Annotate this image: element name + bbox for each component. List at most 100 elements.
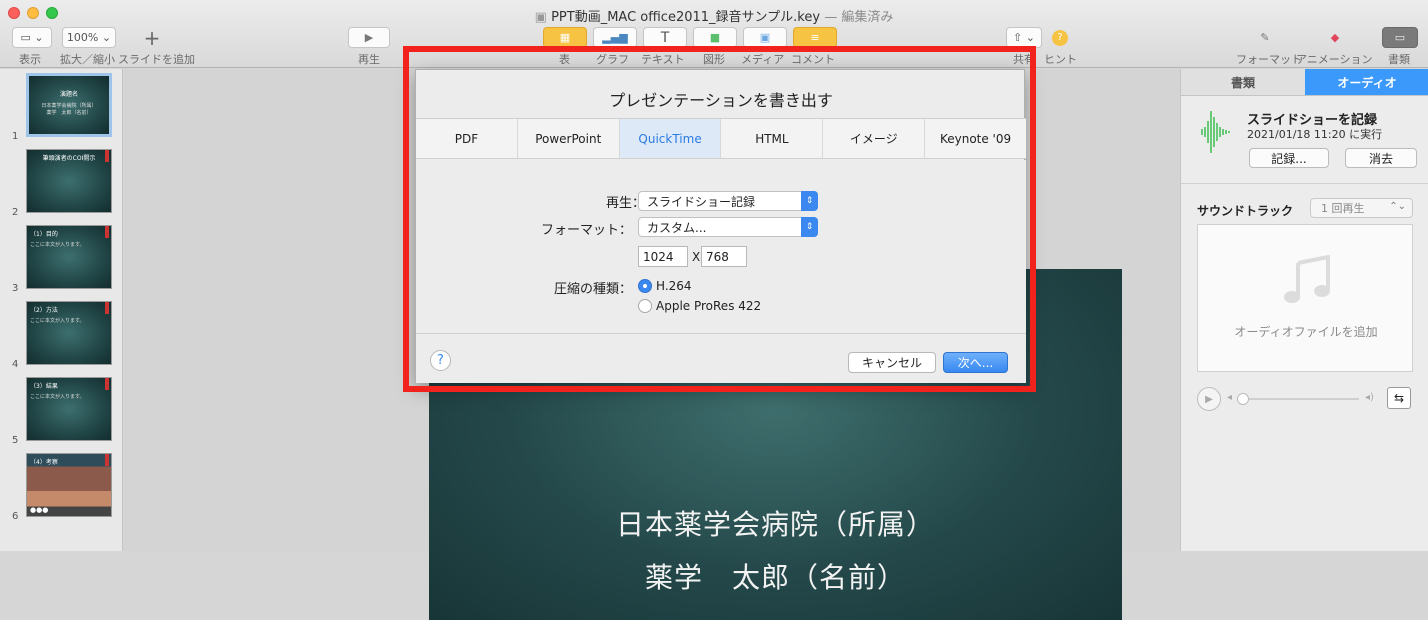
slide-affiliation[interactable]: 日本薬学会病院（所属）	[429, 503, 1122, 543]
tab-powerpoint[interactable]: PowerPoint	[518, 119, 620, 158]
playback-select[interactable]: スライドショー記録 ⇕	[638, 191, 818, 211]
slide-thumb-5[interactable]: （3）結果 ここに本文が入ります。 5	[0, 373, 123, 448]
zoom-select[interactable]: 100% ⌄	[62, 27, 116, 48]
slide-author[interactable]: 薬学 太郎（名前）	[429, 556, 1122, 596]
sidebar-view-icon: ▭ ⌄	[20, 31, 44, 44]
dimension-separator: X	[692, 250, 701, 264]
compression-label: 圧縮の種類：	[553, 282, 632, 297]
h264-label: H.264	[656, 279, 692, 293]
slide-accent-bar	[105, 302, 109, 314]
tab-keynote09[interactable]: Keynote '09	[925, 119, 1026, 158]
tab-pdf[interactable]: PDF	[416, 119, 518, 158]
export-format-tabs: PDF PowerPoint QuickTime HTML イメージ Keyno…	[416, 118, 1026, 159]
help-button[interactable]: ?	[430, 350, 451, 371]
slide-thumb-4[interactable]: （2）方法 ここに本文が入ります。 4	[0, 297, 123, 372]
chart-button[interactable]: ▂▄▆	[593, 27, 637, 48]
soundtrack-select[interactable]: 1 回再生 ⌃⌄	[1310, 198, 1413, 218]
format-select[interactable]: カスタム... ⇕	[638, 217, 818, 237]
tab-document[interactable]: 書類	[1181, 69, 1305, 96]
document-label: 書類	[1388, 53, 1410, 66]
shape-icon: ■	[709, 31, 721, 44]
keynote-window: ▣ PPT動画_MAC office2011_録音サンプル.key — 編集済み…	[0, 0, 1428, 620]
audio-drop-area[interactable]: オーディオファイルを追加	[1197, 224, 1413, 372]
tab-quicktime[interactable]: QuickTime	[619, 119, 722, 158]
volume-knob[interactable]	[1237, 393, 1249, 405]
soundtrack-label: サウンドトラック	[1197, 204, 1294, 218]
volume-high-icon: ◂)	[1365, 392, 1374, 403]
width-field[interactable]: 1024	[638, 246, 688, 267]
comment-button[interactable]: ≡	[793, 27, 837, 48]
slide-preview: （1）目的 ここに本文が入ります。	[26, 225, 112, 289]
slide-preview: （3）結果 ここに本文が入ります。	[26, 377, 112, 441]
play-button[interactable]: ▶	[348, 27, 390, 48]
document-button[interactable]: ▭	[1382, 27, 1418, 48]
chart-label: グラフ	[596, 53, 629, 66]
document-icon: ▣	[534, 10, 552, 25]
share-icon: ⇧ ⌄	[1013, 31, 1035, 44]
loop-button[interactable]: ⇆	[1387, 387, 1411, 409]
slide-thumb-6[interactable]: （4）考察 ●●● 6	[0, 449, 123, 524]
next-button[interactable]: 次へ...	[943, 352, 1008, 373]
slide-preview: 演題名 日本薬学会病院（所属） 薬学 太郎（名前）	[26, 73, 112, 137]
cancel-button[interactable]: キャンセル	[848, 352, 936, 373]
chevron-down-icon: ⌄	[101, 31, 112, 44]
inspector-panel: 書類 オーディオ スライドショーを記録 2021/01/18 11:20 に実行…	[1180, 69, 1428, 551]
h264-radio[interactable]	[638, 279, 652, 293]
view-label: 表示	[19, 53, 41, 66]
playback-label: 再生：	[606, 196, 646, 211]
chevron-updown-icon: ⇕	[801, 191, 818, 211]
media-button[interactable]: ▣	[743, 27, 787, 48]
slide-thumb-3[interactable]: （1）目的 ここに本文が入ります。 3	[0, 221, 123, 296]
slide-accent-bar	[105, 226, 109, 238]
tab-image[interactable]: イメージ	[823, 119, 926, 158]
add-slide-button[interactable]: +	[134, 25, 170, 50]
more-dots-icon: ●●●	[30, 506, 49, 514]
add-audio-text: オーディオファイルを追加	[1234, 325, 1378, 339]
view-button[interactable]: ▭ ⌄	[12, 27, 52, 48]
comment-icon: ≡	[810, 31, 820, 44]
shape-button[interactable]: ■	[693, 27, 737, 48]
height-field[interactable]: 768	[701, 246, 747, 267]
play-icon: ▶	[364, 31, 374, 44]
toolbar: ▣ PPT動画_MAC office2011_録音サンプル.key — 編集済み…	[0, 0, 1428, 68]
share-button[interactable]: ⇧ ⌄	[1006, 27, 1042, 48]
slide-thumb-2[interactable]: 筆頭演者のCOI開示 2	[0, 145, 123, 220]
media-label: メディア	[741, 53, 785, 66]
slide-accent-bar	[105, 378, 109, 390]
record-date: 2021/01/18 11:20 に実行	[1247, 128, 1383, 141]
slide-preview: 筆頭演者のCOI開示	[26, 149, 112, 213]
export-dialog: プレゼンテーションを書き出す PDF PowerPoint QuickTime …	[415, 69, 1026, 383]
animate-button[interactable]: ◆	[1312, 27, 1358, 48]
slide-preview: （4）考察 ●●●	[26, 453, 112, 517]
music-note-icon	[1284, 255, 1330, 303]
format-label: フォーマット	[1236, 53, 1302, 66]
play-audio-button[interactable]: ▶	[1197, 387, 1221, 411]
question-icon: ?	[437, 353, 444, 368]
table-button[interactable]: ▦	[543, 27, 587, 48]
slide-thumb-1[interactable]: 演題名 日本薬学会病院（所属） 薬学 太郎（名前） 1	[0, 69, 123, 144]
record-button[interactable]: 記録...	[1249, 148, 1329, 168]
table-label: 表	[559, 53, 570, 66]
zoom-label: 拡大／縮小	[60, 53, 115, 66]
animate-label: アニメーション	[1296, 53, 1373, 66]
text-icon: T	[660, 29, 670, 46]
hint-button[interactable]: ?	[1046, 27, 1074, 48]
dialog-footer: ? キャンセル 次へ...	[416, 333, 1026, 383]
tab-html[interactable]: HTML	[721, 119, 824, 158]
prores-label: Apple ProRes 422	[656, 299, 762, 313]
delete-recording-button[interactable]: 消去	[1345, 148, 1417, 168]
text-label: テキスト	[641, 53, 685, 66]
volume-slider[interactable]	[1237, 393, 1359, 405]
prores-radio[interactable]	[638, 299, 652, 313]
tab-audio[interactable]: オーディオ	[1305, 69, 1428, 96]
text-button[interactable]: T	[643, 27, 687, 48]
slide-navigator: 演題名 日本薬学会病院（所属） 薬学 太郎（名前） 1 筆頭演者のCOI開示 2…	[0, 69, 123, 551]
question-icon: ?	[1052, 29, 1068, 46]
dialog-body: 再生： スライドショー記録 ⇕ フォーマット： カスタム... ⇕ 1024 X…	[416, 160, 1026, 333]
document-panel-icon: ▭	[1394, 31, 1406, 44]
waveform-icon	[1201, 111, 1230, 153]
paintbrush-icon: ✎	[1260, 31, 1270, 44]
slide-preview: （2）方法 ここに本文が入ります。	[26, 301, 112, 365]
format-button[interactable]: ✎	[1242, 27, 1288, 48]
plus-icon: +	[143, 25, 161, 50]
